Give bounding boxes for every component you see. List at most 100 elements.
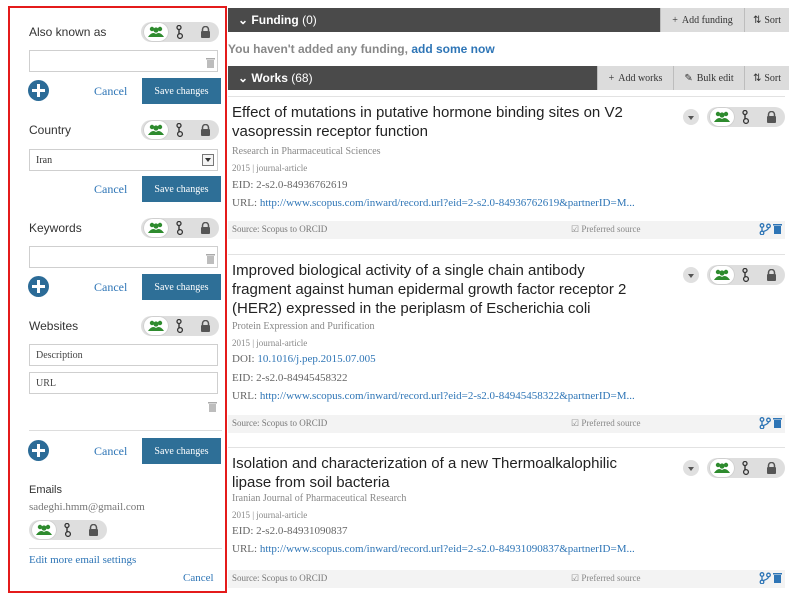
keywords-label: Keywords: [29, 221, 82, 235]
website-url-input[interactable]: URL: [29, 372, 218, 394]
trash-icon[interactable]: [773, 223, 782, 234]
funding-sort-button[interactable]: ⇅ Sort: [744, 8, 789, 32]
country-select[interactable]: Iran: [29, 149, 218, 171]
trash-icon[interactable]: [773, 572, 782, 583]
keywords-cancel-link[interactable]: Cancel: [94, 280, 127, 295]
fork-icon[interactable]: [759, 417, 771, 429]
add-keyword-plus-icon[interactable]: [28, 276, 49, 297]
add-funding-link[interactable]: add some now: [411, 42, 494, 56]
work-url-link[interactable]: http://www.scopus.com/inward/record.url?…: [260, 390, 635, 402]
websites-save-button[interactable]: Save changes: [142, 438, 221, 464]
also-known-as-save-button[interactable]: Save changes: [142, 78, 221, 104]
country-privacy: [141, 120, 219, 140]
email-privacy: [29, 520, 107, 540]
website-description-input[interactable]: Description: [29, 344, 218, 366]
work-dropdown-icon[interactable]: [683, 109, 699, 125]
everyone-icon[interactable]: [143, 218, 169, 238]
country-select-value: Iran: [36, 155, 53, 166]
trusted-parties-icon[interactable]: [167, 120, 193, 140]
work-title: Isolation and characterization of a new …: [232, 455, 617, 491]
also-known-as-cancel-link[interactable]: Cancel: [94, 84, 127, 99]
email-address: sadeghi.hmm@gmail.com: [29, 501, 145, 513]
work-dropdown-icon[interactable]: [683, 267, 699, 283]
websites-cancel-link[interactable]: Cancel: [94, 444, 127, 459]
everyone-icon[interactable]: [143, 316, 169, 336]
everyone-icon[interactable]: [709, 458, 735, 478]
everyone-icon[interactable]: [143, 120, 169, 140]
work-footer: Source: Scopus to ORCID ☑ Preferred sour…: [228, 415, 785, 433]
work-privacy: [707, 265, 785, 285]
fork-icon[interactable]: [759, 572, 771, 584]
trusted-parties-icon[interactable]: [733, 107, 759, 127]
work-source: Source: Scopus to ORCID: [232, 418, 328, 428]
work-url-link[interactable]: http://www.scopus.com/inward/record.url?…: [260, 197, 635, 209]
funding-empty-message: You haven't added any funding, add some …: [228, 42, 495, 56]
lock-icon[interactable]: [80, 520, 106, 540]
keywords-input[interactable]: [29, 246, 218, 268]
preferred-source-label: Preferred source: [581, 573, 641, 583]
trusted-parties-icon[interactable]: [55, 520, 81, 540]
add-funding-button[interactable]: + Add funding: [660, 8, 744, 32]
work-url: URL: http://www.scopus.com/inward/record…: [232, 390, 635, 402]
work-doi: DOI: 10.1016/j.pep.2015.07.005: [232, 353, 376, 365]
work-url-label: URL:: [232, 390, 260, 402]
works-sort-label: Sort: [764, 72, 782, 84]
personal-info-edit-panel: Also known as Cancel Save changes Countr…: [8, 6, 227, 593]
add-website-plus-icon[interactable]: [28, 440, 49, 461]
lock-icon[interactable]: [758, 458, 784, 478]
trash-icon[interactable]: [208, 401, 217, 412]
funding-empty-text: You haven't added any funding,: [228, 42, 412, 56]
trash-icon[interactable]: [773, 417, 782, 428]
trash-icon[interactable]: [206, 57, 215, 68]
websites-label: Websites: [29, 319, 79, 333]
lock-icon[interactable]: [758, 265, 784, 285]
also-known-as-label: Also known as: [29, 25, 107, 39]
lock-icon[interactable]: [192, 120, 218, 140]
lock-icon[interactable]: [192, 218, 218, 238]
work-title: Improved biological activity of a single…: [232, 262, 627, 317]
work-url-link[interactable]: http://www.scopus.com/inward/record.url?…: [260, 543, 635, 555]
work-doi-link[interactable]: 10.1016/j.pep.2015.07.005: [257, 353, 375, 365]
trash-icon[interactable]: [206, 253, 215, 264]
work-privacy: [707, 107, 785, 127]
keywords-save-button[interactable]: Save changes: [142, 274, 221, 300]
emails-cancel-link[interactable]: Cancel: [183, 572, 214, 584]
work-source: Source: Scopus to ORCID: [232, 224, 328, 234]
trusted-parties-icon[interactable]: [733, 458, 759, 478]
trusted-parties-icon[interactable]: [733, 265, 759, 285]
lock-icon[interactable]: [758, 107, 784, 127]
pencil-icon: ✎: [684, 72, 693, 84]
country-cancel-link[interactable]: Cancel: [94, 182, 127, 197]
everyone-icon[interactable]: [143, 22, 169, 42]
edit-email-settings-link[interactable]: Edit more email settings: [29, 554, 136, 566]
works-sort-button[interactable]: ⇅ Sort: [744, 66, 789, 90]
work-year-type: 2015 | journal-article: [232, 510, 308, 520]
trusted-parties-icon[interactable]: [167, 22, 193, 42]
add-works-button[interactable]: + Add works: [597, 66, 673, 90]
trusted-parties-icon[interactable]: [167, 316, 193, 336]
everyone-icon[interactable]: [709, 107, 735, 127]
also-known-as-input[interactable]: [29, 50, 218, 72]
bulk-edit-button[interactable]: ✎ Bulk edit: [673, 66, 744, 90]
fork-icon[interactable]: [759, 223, 771, 235]
work-dropdown-icon[interactable]: [683, 460, 699, 476]
funding-toggle[interactable]: ⌄ Funding (0): [238, 13, 317, 27]
lock-icon[interactable]: [192, 22, 218, 42]
checkbox-icon: ☑: [571, 224, 580, 234]
plus-icon: +: [672, 14, 678, 26]
dropdown-arrow-icon[interactable]: [202, 154, 214, 166]
everyone-icon[interactable]: [709, 265, 735, 285]
works-title: Works: [251, 71, 288, 85]
checkbox-icon: ☑: [571, 418, 580, 428]
work-footer: Source: Scopus to ORCID ☑ Preferred sour…: [228, 221, 785, 239]
everyone-icon[interactable]: [31, 520, 57, 540]
funding-sort-label: Sort: [764, 14, 782, 26]
emails-label: Emails: [29, 484, 63, 496]
works-toggle[interactable]: ⌄ Works (68): [238, 71, 313, 85]
add-other-name-plus-icon[interactable]: [28, 80, 49, 101]
lock-icon[interactable]: [192, 316, 218, 336]
also-known-as-privacy: [141, 22, 219, 42]
country-save-button[interactable]: Save changes: [142, 176, 221, 202]
work-footer: Source: Scopus to ORCID ☑ Preferred sour…: [228, 570, 785, 588]
trusted-parties-icon[interactable]: [167, 218, 193, 238]
